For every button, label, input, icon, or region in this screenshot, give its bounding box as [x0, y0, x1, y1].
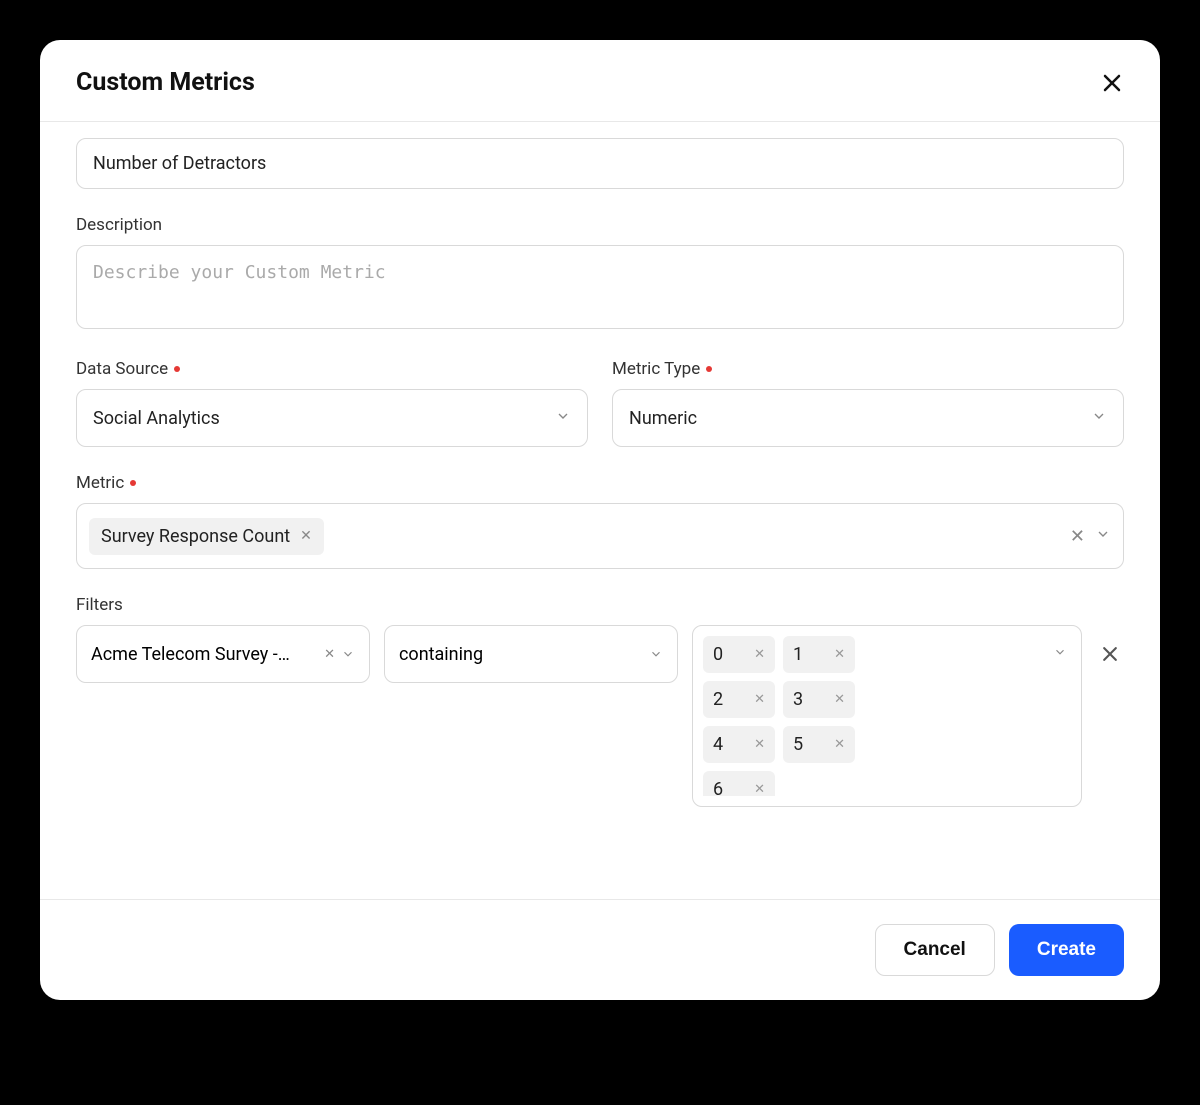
chevron-down-icon — [555, 408, 571, 429]
metric-chip: Survey Response Count ✕ — [89, 518, 324, 555]
filter-operator-select[interactable]: containing — [384, 625, 678, 683]
cancel-button[interactable]: Cancel — [875, 924, 995, 976]
chevron-down-icon — [649, 647, 663, 661]
filter-value-chip: 0✕ — [703, 636, 775, 673]
filters-label: Filters — [76, 595, 1124, 615]
modal-header: Custom Metrics — [40, 40, 1160, 122]
remove-chip-icon[interactable]: ✕ — [828, 737, 845, 752]
close-icon — [1100, 644, 1120, 664]
filter-value-chip: 4✕ — [703, 726, 775, 763]
clear-icon[interactable]: ✕ — [324, 647, 335, 662]
chevron-down-icon — [1091, 408, 1107, 429]
create-button[interactable]: Create — [1009, 924, 1124, 976]
custom-metrics-modal: Custom Metrics Number of Detractors Desc… — [40, 40, 1160, 1000]
modal-body: Number of Detractors Description Data So… — [40, 122, 1160, 899]
remove-chip-icon[interactable]: ✕ — [748, 692, 765, 707]
filter-values-select[interactable]: 0✕1✕2✕3✕4✕5✕ 6✕ — [692, 625, 1082, 807]
description-label: Description — [76, 215, 1124, 235]
filter-value-chip: 6✕ — [703, 771, 775, 796]
metric-label: Metric — [76, 473, 1124, 493]
remove-chip-icon[interactable]: ✕ — [300, 528, 312, 544]
required-indicator — [174, 366, 180, 372]
modal-footer: Cancel Create — [40, 899, 1160, 1000]
close-button[interactable] — [1100, 71, 1124, 95]
name-input[interactable]: Number of Detractors — [76, 138, 1124, 189]
remove-chip-icon[interactable]: ✕ — [828, 692, 845, 707]
clear-all-icon[interactable]: ✕ — [1070, 526, 1085, 547]
remove-chip-icon[interactable]: ✕ — [748, 647, 765, 662]
metric-type-label: Metric Type — [612, 359, 1124, 379]
filter-value-chip: 1✕ — [783, 636, 855, 673]
chevron-down-icon — [1053, 644, 1067, 663]
filter-value-chip: 5✕ — [783, 726, 855, 763]
chevron-down-icon — [341, 647, 355, 661]
required-indicator — [706, 366, 712, 372]
remove-chip-icon[interactable]: ✕ — [828, 647, 845, 662]
close-icon — [1100, 71, 1124, 95]
metric-type-select[interactable]: Numeric — [612, 389, 1124, 447]
data-source-label: Data Source — [76, 359, 588, 379]
remove-filter-button[interactable] — [1096, 625, 1124, 683]
chevron-down-icon — [1095, 526, 1111, 547]
filter-field-select[interactable]: Acme Telecom Survey - H ✕ — [76, 625, 370, 683]
description-textarea[interactable] — [76, 245, 1124, 329]
filter-value-chip: 3✕ — [783, 681, 855, 718]
modal-title: Custom Metrics — [76, 68, 255, 97]
required-indicator — [130, 480, 136, 486]
remove-chip-icon[interactable]: ✕ — [748, 782, 765, 796]
filter-row: Acme Telecom Survey - H ✕ containing 0✕1… — [76, 625, 1124, 807]
data-source-select[interactable]: Social Analytics — [76, 389, 588, 447]
filter-value-chip: 2✕ — [703, 681, 775, 718]
remove-chip-icon[interactable]: ✕ — [748, 737, 765, 752]
metric-multiselect[interactable]: Survey Response Count ✕ ✕ — [76, 503, 1124, 569]
